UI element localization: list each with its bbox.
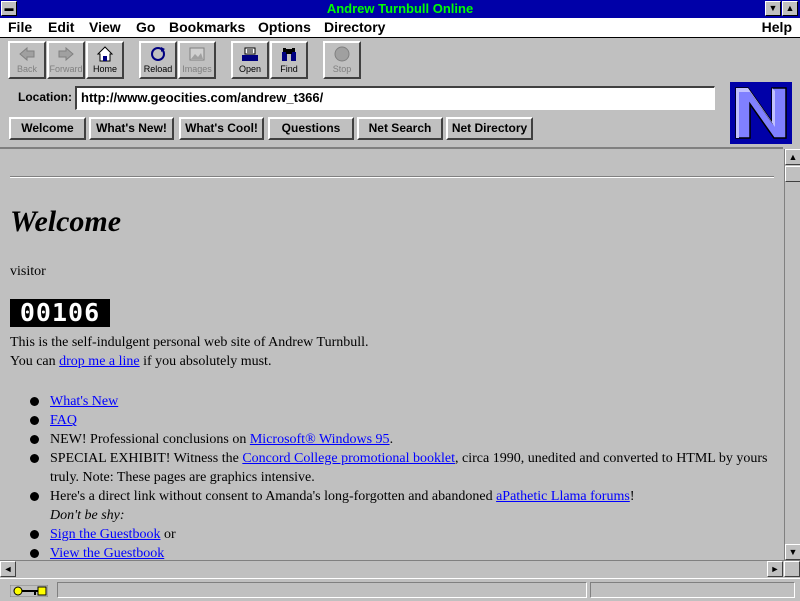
scroll-up-icon[interactable]: ▲ [785, 149, 800, 165]
netscape-logo-icon [730, 82, 792, 144]
view-guestbook-link[interactable]: View the Guestbook [50, 546, 164, 561]
hit-counter: 00106 [10, 299, 110, 327]
intro-text: This is the self-indulgent personal web … [10, 335, 369, 350]
minimize-icon[interactable]: ▼ [765, 1, 781, 16]
visitor-label: visitor [10, 264, 46, 279]
whats-new-link[interactable]: What's New [50, 394, 118, 409]
forward-arrow-icon [58, 46, 74, 62]
horizontal-rule [10, 176, 774, 178]
back-button[interactable]: Back [8, 41, 46, 79]
list-item: Here's a direct link without consent to … [28, 487, 768, 506]
open-icon [242, 47, 258, 61]
vertical-scrollbar[interactable]: ▲ ▼ [784, 149, 800, 560]
page-content[interactable]: Welcome visitor 00106 This is the self-i… [0, 147, 783, 562]
dont-be-shy-text: Don't be shy: [50, 508, 125, 523]
status-bar [0, 578, 800, 601]
menu-view[interactable]: View [89, 19, 121, 35]
maximize-icon[interactable]: ▲ [782, 1, 798, 16]
net-search-button[interactable]: Net Search [357, 117, 443, 140]
windows-95-link[interactable]: Microsoft® Windows 95 [250, 432, 390, 447]
llama-forums-link[interactable]: aPathetic Llama forums [496, 489, 630, 504]
status-message-field [57, 582, 587, 598]
list-item: SPECIAL EXHIBIT! Witness the Concord Col… [28, 449, 768, 487]
netscape-n-logo [730, 82, 792, 144]
net-directory-button[interactable]: Net Directory [446, 117, 533, 140]
menu-go[interactable]: Go [136, 19, 155, 35]
faq-link[interactable]: FAQ [50, 413, 77, 428]
window-title: Andrew Turnbull Online [326, 1, 474, 16]
page-heading: Welcome [10, 205, 122, 238]
find-binoculars-icon [282, 48, 296, 61]
images-button[interactable]: Images [178, 41, 216, 79]
back-arrow-icon [19, 46, 35, 62]
menu-edit[interactable]: Edit [48, 19, 74, 35]
whats-cool-button[interactable]: What's Cool! [179, 117, 264, 140]
scroll-down-icon[interactable]: ▼ [785, 544, 800, 560]
menu-bar: File Edit View Go Bookmarks Options Dire… [0, 18, 800, 38]
stop-icon [334, 46, 350, 62]
home-button[interactable]: Home [86, 41, 124, 79]
link-list: What's New FAQ NEW! Professional conclus… [28, 392, 768, 562]
open-button[interactable]: Open [231, 41, 269, 79]
sign-guestbook-link[interactable]: Sign the Guestbook [50, 527, 160, 542]
menu-help[interactable]: Help [762, 19, 792, 35]
forward-button[interactable]: Forward [47, 41, 85, 79]
progress-field [590, 582, 795, 598]
contact-line: You can drop me a line if you absolutely… [10, 354, 272, 369]
list-item: Sign the Guestbook or [28, 525, 768, 544]
scroll-left-icon[interactable]: ◄ [0, 561, 16, 577]
location-label: Location: [18, 90, 72, 104]
list-item: What's New [28, 392, 768, 411]
system-menu-icon[interactable]: ▬ [1, 1, 17, 16]
horizontal-scrollbar[interactable]: ◄ ► [0, 560, 800, 577]
welcome-button[interactable]: Welcome [9, 117, 86, 140]
location-input[interactable]: http://www.geocities.com/andrew_t366/ [75, 86, 715, 110]
scroll-right-icon[interactable]: ► [767, 561, 783, 577]
menu-directory[interactable]: Directory [324, 19, 385, 35]
find-button[interactable]: Find [270, 41, 308, 79]
list-item: FAQ [28, 411, 768, 430]
window-title-bar[interactable]: ▬ Andrew Turnbull Online ▼ ▲ [0, 0, 800, 18]
home-icon [96, 46, 114, 62]
whats-new-button[interactable]: What's New! [89, 117, 174, 140]
images-icon [189, 47, 205, 61]
toolbar: Back Forward Home Reload Images Open Fin… [0, 38, 800, 82]
menu-bookmarks[interactable]: Bookmarks [169, 19, 245, 35]
questions-button[interactable]: Questions [268, 117, 354, 140]
scroll-corner [784, 561, 800, 577]
security-key-icon[interactable] [10, 585, 48, 597]
list-item: NEW! Professional conclusions on Microso… [28, 430, 768, 449]
reload-button[interactable]: Reload [139, 41, 177, 79]
reload-icon [151, 47, 165, 61]
concord-booklet-link[interactable]: Concord College promotional booklet [242, 451, 455, 466]
drop-me-a-line-link[interactable]: drop me a line [59, 354, 139, 369]
scroll-thumb[interactable] [785, 166, 800, 182]
menu-file[interactable]: File [8, 19, 32, 35]
stop-button[interactable]: Stop [323, 41, 361, 79]
menu-options[interactable]: Options [258, 19, 311, 35]
